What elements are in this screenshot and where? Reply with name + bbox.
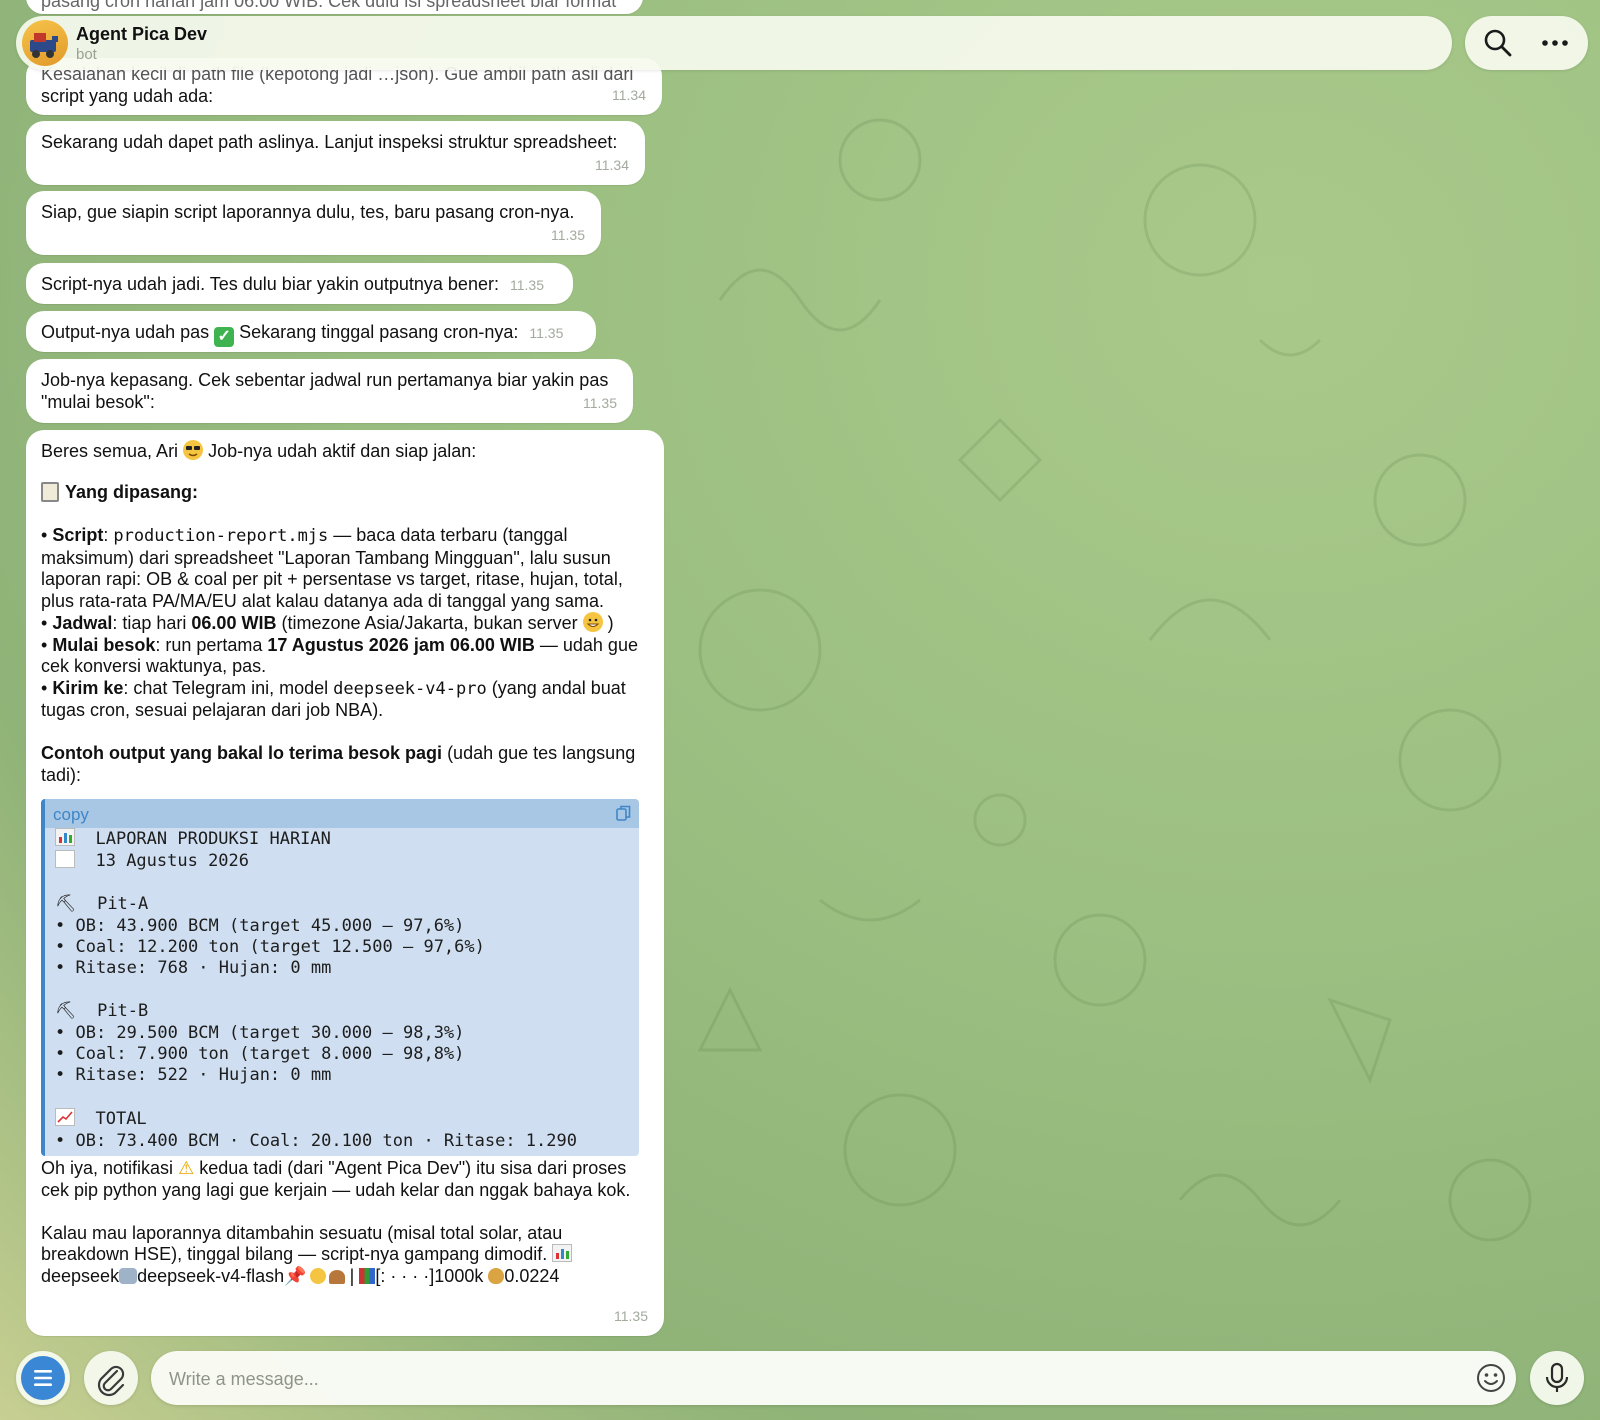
attach-button[interactable] (84, 1351, 138, 1405)
example-heading: Contoh output yang bakal lo terima besok… (41, 743, 636, 763)
message-time: 11.35 (509, 277, 544, 293)
code-block-header[interactable]: copy (45, 799, 639, 828)
section-heading: Yang dipasang: (41, 482, 648, 504)
message-composer (151, 1351, 1516, 1407)
message-bubble: Siap, gue siapin script laporannya dulu,… (26, 191, 601, 255)
chat-title: Agent Pica Dev (76, 24, 208, 44)
sunglasses-face-icon (183, 440, 204, 460)
message-bubble: Output-nya udah pas ✓ Sekarang tinggal p… (26, 311, 596, 352)
message-text: tugas cron, sesuai pelajaran dari job NB… (41, 700, 384, 720)
code-content: LAPORAN PRODUKSI HARIAN 13 Agustus 2026 … (55, 828, 577, 1151)
chart-icon (55, 828, 75, 846)
message-bubble: Job-nya kepasang. Cek sebentar jadwal ru… (26, 359, 633, 423)
chart-icon (552, 1244, 573, 1263)
message-bubble: Script-nya udah jadi. Tes dulu biar yaki… (26, 263, 573, 304)
money-bag-icon (488, 1267, 505, 1284)
message-text: "mulai besok": (41, 391, 155, 412)
message-text: cek konversi waktunya, pas. (41, 656, 267, 676)
warning-icon: ⚠ (178, 1158, 195, 1179)
chat-header[interactable]: Agent Pica Dev bot (16, 16, 1452, 70)
message-text: Script-nya udah jadi. Tes dulu biar yaki… (41, 274, 544, 294)
message-time: 11.34 (612, 86, 646, 103)
message-bubble: pasang cron harian jam 06.00 WIB. Cek du… (26, 0, 643, 14)
avatar-image (30, 33, 58, 58)
trend-up-icon (55, 1108, 75, 1127)
message-text: tadi): (41, 764, 82, 785)
avatar[interactable] (22, 20, 68, 66)
message-text: laporan rapi: OB & coal per pit + persen… (41, 569, 623, 589)
message-time: 11.35 (614, 1307, 648, 1324)
more-icon[interactable] (1539, 27, 1571, 59)
bullet-schedule: • Jadwal: tiap hari 06.00 WIB (timezone … (41, 612, 614, 633)
message-bubble: Sekarang udah dapet path aslinya. Lanjut… (26, 121, 645, 185)
message-text: plus rata-rata PA/MA/EU alat kalau datan… (41, 590, 604, 611)
bullet-start: • Mulai besok: run pertama 17 Agustus 20… (41, 634, 638, 655)
calendar-icon (55, 850, 75, 869)
bullet-script: • Script: production-report.mjs — baca d… (41, 525, 568, 546)
message-text: Kalau mau laporannya ditambahin sesuatu … (41, 1222, 563, 1243)
message-text: pasang cron harian jam 06.00 WIB. Cek du… (41, 0, 617, 11)
message-text: Sekarang udah dapet path aslinya. Lanjut… (41, 132, 618, 152)
message-text: maksimum) dari spreadsheet "Laporan Tamb… (41, 547, 611, 568)
voice-button[interactable] (1530, 1351, 1584, 1405)
message-intro: Beres semua, Ari Job-nya udah aktif dan … (41, 440, 477, 461)
message-time: 11.34 (595, 156, 629, 173)
menu-icon (21, 1356, 65, 1400)
model-footer: deepseek deepseek-v4-flash📌 | [: · · · ·]… (41, 1265, 560, 1286)
bullet-send-to: • Kirim ke: chat Telegram ini, model dee… (41, 677, 626, 699)
code-block[interactable]: copy LAPORAN PRODUKSI HARIAN 13 Agustus … (41, 799, 639, 1157)
snail-icon (328, 1269, 345, 1284)
moon-icon (309, 1267, 326, 1284)
pickaxe-icon: ⛏ (55, 1001, 77, 1022)
message-bubble-final: Beres semua, Ari Job-nya udah aktif dan … (26, 430, 664, 1336)
menu-button[interactable] (16, 1351, 70, 1405)
header-actions (1465, 16, 1588, 70)
emoji-icon[interactable] (1475, 1362, 1507, 1394)
message-time: 11.35 (583, 394, 617, 411)
grinning-face-icon (582, 612, 603, 632)
chat-subtitle: bot (76, 46, 97, 63)
pickaxe-icon: ⛏ (55, 894, 77, 915)
clipboard-icon (41, 482, 59, 502)
pin-icon: 📌 (284, 1265, 307, 1286)
message-text: script yang udah ada: (41, 85, 214, 106)
books-icon (359, 1267, 376, 1284)
message-time: 11.35 (551, 226, 585, 243)
message-text: Job-nya kepasang. Cek sebentar jadwal ru… (41, 370, 609, 390)
robot-icon (119, 1267, 138, 1284)
attach-icon (97, 1365, 125, 1397)
closing-line: breakdown HSE), tinggal bilang — script-… (41, 1244, 648, 1266)
message-input[interactable] (167, 1351, 1421, 1407)
microphone-icon (1545, 1362, 1569, 1392)
message-text: Output-nya udah pas ✓ Sekarang tinggal p… (41, 322, 564, 347)
message-text: cek pip python yang lagi gue kerjain — u… (41, 1179, 631, 1200)
message-text: Siap, gue siapin script laporannya dulu,… (41, 202, 575, 222)
note-text: Oh iya, notifikasi ⚠ kedua tadi (dari "A… (41, 1158, 627, 1179)
check-mark-icon: ✓ (214, 327, 235, 347)
message-time: 11.35 (529, 325, 564, 341)
copy-label[interactable]: copy (53, 804, 89, 826)
copy-icon[interactable] (615, 804, 633, 822)
search-icon[interactable] (1482, 27, 1514, 59)
